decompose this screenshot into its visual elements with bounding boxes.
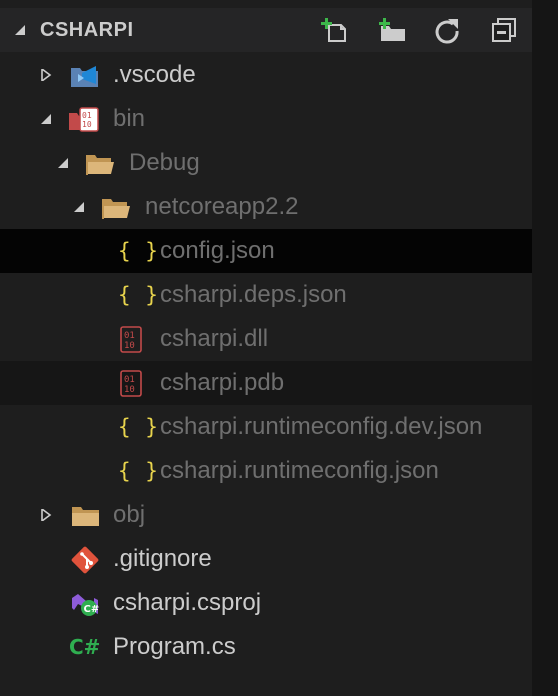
tree-item-label: csharpi.runtimeconfig.dev.json: [160, 413, 483, 440]
csproj-icon: C#: [70, 590, 100, 616]
json-icon: { }: [118, 239, 159, 263]
binary-file-icon: 01 10: [119, 370, 149, 397]
tree-item-gitignore[interactable]: .gitignore: [0, 537, 532, 581]
csharp-icon: C#: [69, 633, 100, 659]
tree-item-runtimeconfig-json[interactable]: { } csharpi.runtimeconfig.json: [0, 449, 532, 493]
git-icon: [70, 546, 100, 574]
refresh-button[interactable]: [432, 16, 462, 44]
tree-item-program-cs[interactable]: C# Program.cs: [0, 625, 532, 669]
json-icon: { }: [118, 459, 159, 483]
tree-item-label: .vscode: [113, 61, 196, 88]
svg-text:10: 10: [124, 385, 135, 395]
json-icon: { }: [118, 283, 159, 307]
svg-text:10: 10: [124, 341, 135, 351]
tree-item-label: bin: [113, 105, 146, 132]
chevron-expanded-icon: [41, 114, 51, 124]
new-file-icon: [321, 18, 346, 42]
tree-item-label: csharpi.pdb: [160, 369, 285, 396]
tree-item-label: .gitignore: [113, 545, 212, 572]
chevron-expanded-icon: [58, 158, 68, 168]
tree-item-label: csharpi.csproj: [113, 589, 262, 616]
svg-text:01: 01: [124, 331, 135, 341]
new-file-button[interactable]: [321, 16, 351, 44]
tree-item-bin-folder[interactable]: 01 10 bin: [0, 97, 532, 141]
tree-item-label: config.json: [160, 237, 275, 264]
new-folder-icon: [379, 18, 405, 41]
tree-item-label: netcoreapp2.2: [145, 193, 299, 220]
tree-item-csproj[interactable]: C# csharpi.csproj: [0, 581, 532, 625]
scrollbar-track[interactable]: [532, 0, 558, 696]
tree-item-runtimeconfig-dev-json[interactable]: { } csharpi.runtimeconfig.dev.json: [0, 405, 532, 449]
new-folder-button[interactable]: [378, 16, 408, 44]
tree-item-label: Program.cs: [113, 633, 236, 660]
collapse-all-icon: [492, 18, 516, 42]
chevron-expanded-icon: [74, 202, 84, 212]
tree-item-label: csharpi.deps.json: [160, 281, 347, 308]
tree-item-label: csharpi.runtimeconfig.json: [160, 457, 439, 484]
refresh-icon: [435, 19, 459, 44]
chevron-right-icon: [41, 509, 52, 521]
tree-item-pdb[interactable]: 01 10 csharpi.pdb: [0, 361, 532, 405]
vscode-folder-icon: [70, 62, 100, 88]
explorer-header[interactable]: CSHARPI: [0, 8, 532, 52]
svg-text:01: 01: [124, 375, 135, 385]
tree-item-deps-json[interactable]: { } csharpi.deps.json: [0, 273, 532, 317]
svg-text:C#: C#: [69, 635, 100, 659]
explorer-root-title: CSHARPI: [40, 19, 134, 41]
json-icon: { }: [118, 415, 159, 439]
svg-text:01: 01: [82, 111, 92, 120]
explorer-panel: CSHARPI .vscode 01 10 bin Debug netcorea…: [0, 0, 532, 696]
binary-folder-icon: 01 10: [68, 106, 99, 132]
svg-text:C#: C#: [84, 604, 100, 615]
tree-item-label: csharpi.dll: [160, 325, 269, 352]
binary-file-icon: 01 10: [119, 326, 149, 353]
tree-item-debug-folder[interactable]: Debug: [0, 141, 532, 185]
tree-item-label: Debug: [129, 149, 200, 176]
svg-text:10: 10: [82, 120, 92, 129]
tree-item-label: obj: [113, 501, 146, 528]
folder-icon: [71, 502, 101, 528]
folder-open-icon: [85, 150, 115, 176]
chevron-expanded-icon[interactable]: [14, 24, 26, 36]
tree-item-dll[interactable]: 01 10 csharpi.dll: [0, 317, 532, 361]
collapse-all-button[interactable]: [489, 16, 519, 44]
tree-item-netcoreapp-folder[interactable]: netcoreapp2.2: [0, 185, 532, 229]
tree-item-vscode-folder[interactable]: .vscode: [0, 53, 532, 97]
chevron-right-icon: [41, 69, 52, 81]
folder-open-icon: [101, 194, 131, 220]
tree-item-config-json[interactable]: { } config.json: [0, 229, 532, 273]
tree-item-obj-folder[interactable]: obj: [0, 493, 532, 537]
